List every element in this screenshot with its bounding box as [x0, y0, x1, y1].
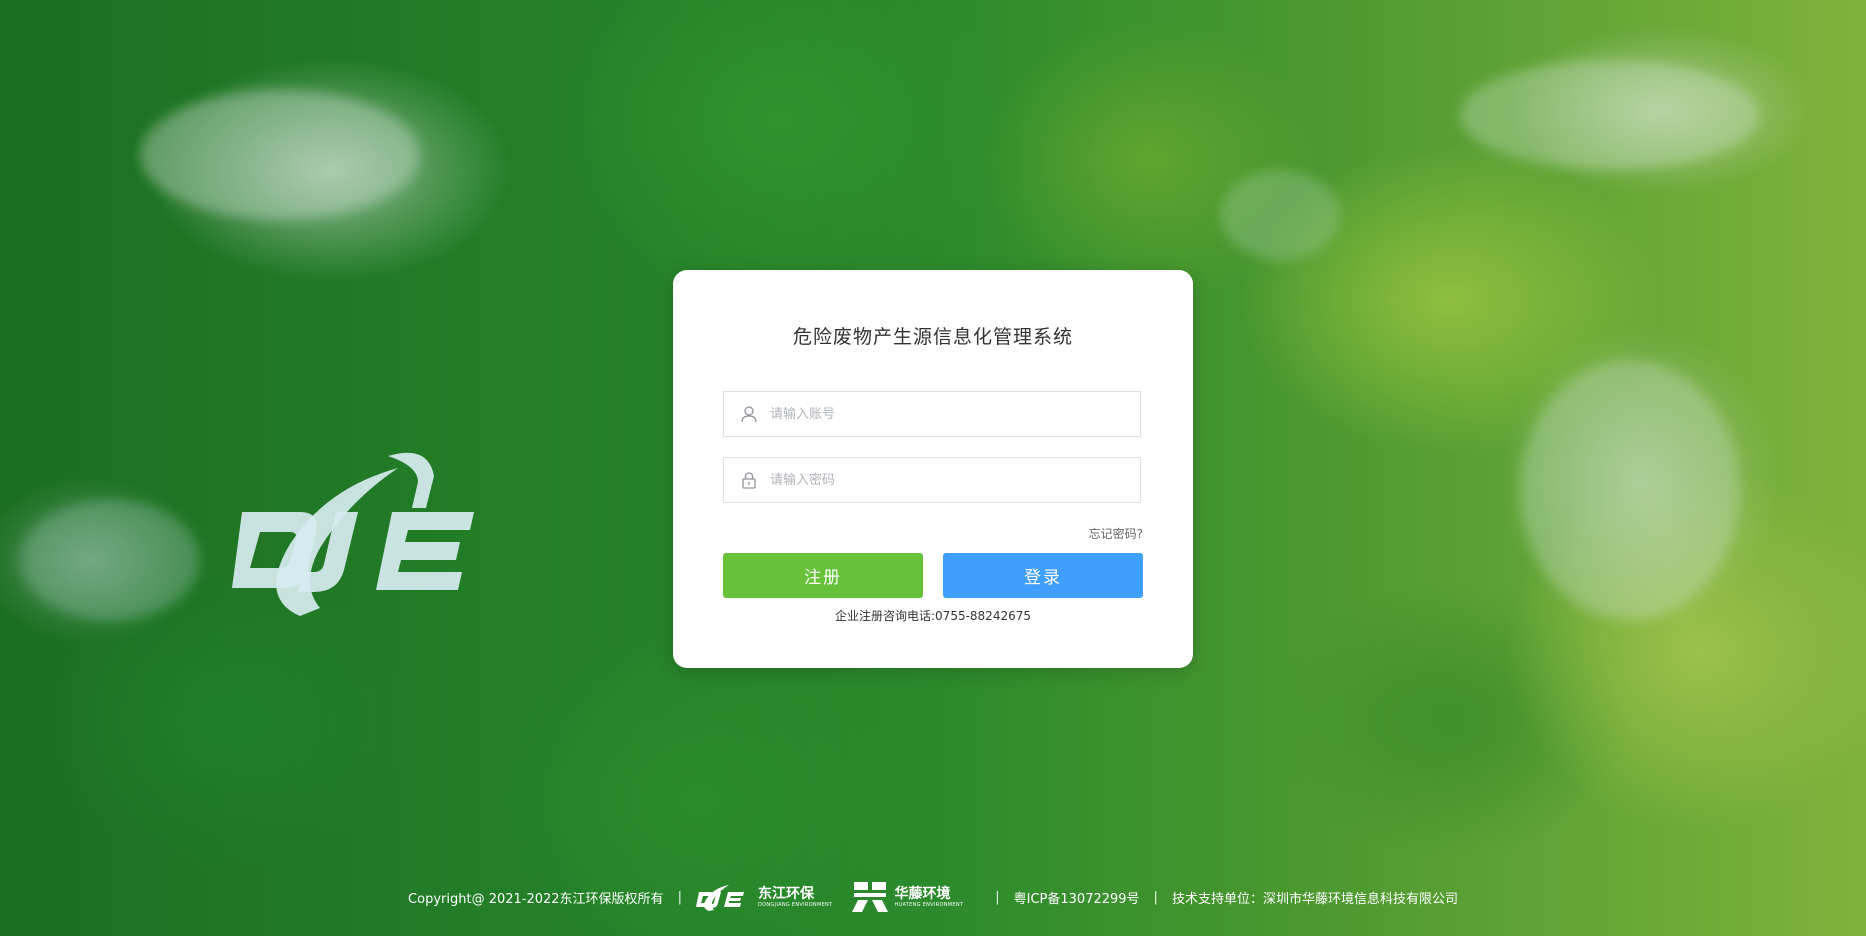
account-input[interactable] [770, 392, 1130, 436]
account-field[interactable] [723, 391, 1141, 437]
cloud-decoration [1520, 360, 1740, 620]
cloud-decoration [140, 90, 420, 220]
forgot-password-link[interactable]: 忘记密码? [1089, 525, 1143, 542]
huateng-brand-en: HUATENG ENVIRONMENT [894, 901, 964, 908]
password-field[interactable] [723, 457, 1141, 503]
dongjiang-brand-text: 东江环保 DONGJIANG ENVIRONMENT [758, 887, 833, 908]
login-card: 危险废物产生源信息化管理系统 忘记密码? 注册 登录 企业注册咨询电话:0755… [673, 270, 1193, 668]
huateng-logo-icon [852, 882, 889, 912]
huateng-brand-text: 华藤环境 HUATENG ENVIRONMENT [894, 887, 963, 908]
user-icon [741, 406, 757, 423]
dongjiang-brand-name: 东江环保 [757, 885, 814, 902]
dje-logo [232, 452, 474, 616]
footer-separator: | [995, 889, 1000, 905]
copyright-text: Copyright@ 2021-2022东江环保版权所有 [408, 891, 664, 907]
footer-separator: | [1153, 889, 1158, 905]
footer-separator: | [677, 889, 682, 905]
huateng-brand-name: 华藤环境 [894, 885, 951, 902]
icp-number[interactable]: 粤ICP备13072299号 [1014, 888, 1140, 907]
dje-small-logo-icon [695, 885, 744, 911]
cloud-decoration [1460, 60, 1760, 170]
dongjiang-brand-en: DONGJIANG ENVIRONMENT [757, 901, 833, 908]
password-input[interactable] [770, 458, 1130, 502]
dongjiang-brand: 东江环保 DONGJIANG ENVIRONMENT [695, 882, 833, 912]
tech-support-text: 技术支持单位：深圳市华藤环境信息科技有限公司 [1171, 891, 1458, 907]
lock-icon [742, 472, 756, 489]
huateng-brand: 华藤环境 HUATENG ENVIRONMENT [850, 880, 963, 914]
system-title: 危险废物产生源信息化管理系统 [792, 326, 1073, 348]
footer: Copyright@ 2021-2022东江环保版权所有 | 东江环保 DONG… [0, 880, 1866, 914]
register-button[interactable]: 注册 [723, 553, 923, 598]
cloud-decoration [1220, 170, 1340, 260]
cloud-decoration [20, 500, 200, 620]
registration-hotline: 企业注册咨询电话:0755-88242675 [835, 609, 1031, 623]
login-button[interactable]: 登录 [943, 553, 1143, 598]
